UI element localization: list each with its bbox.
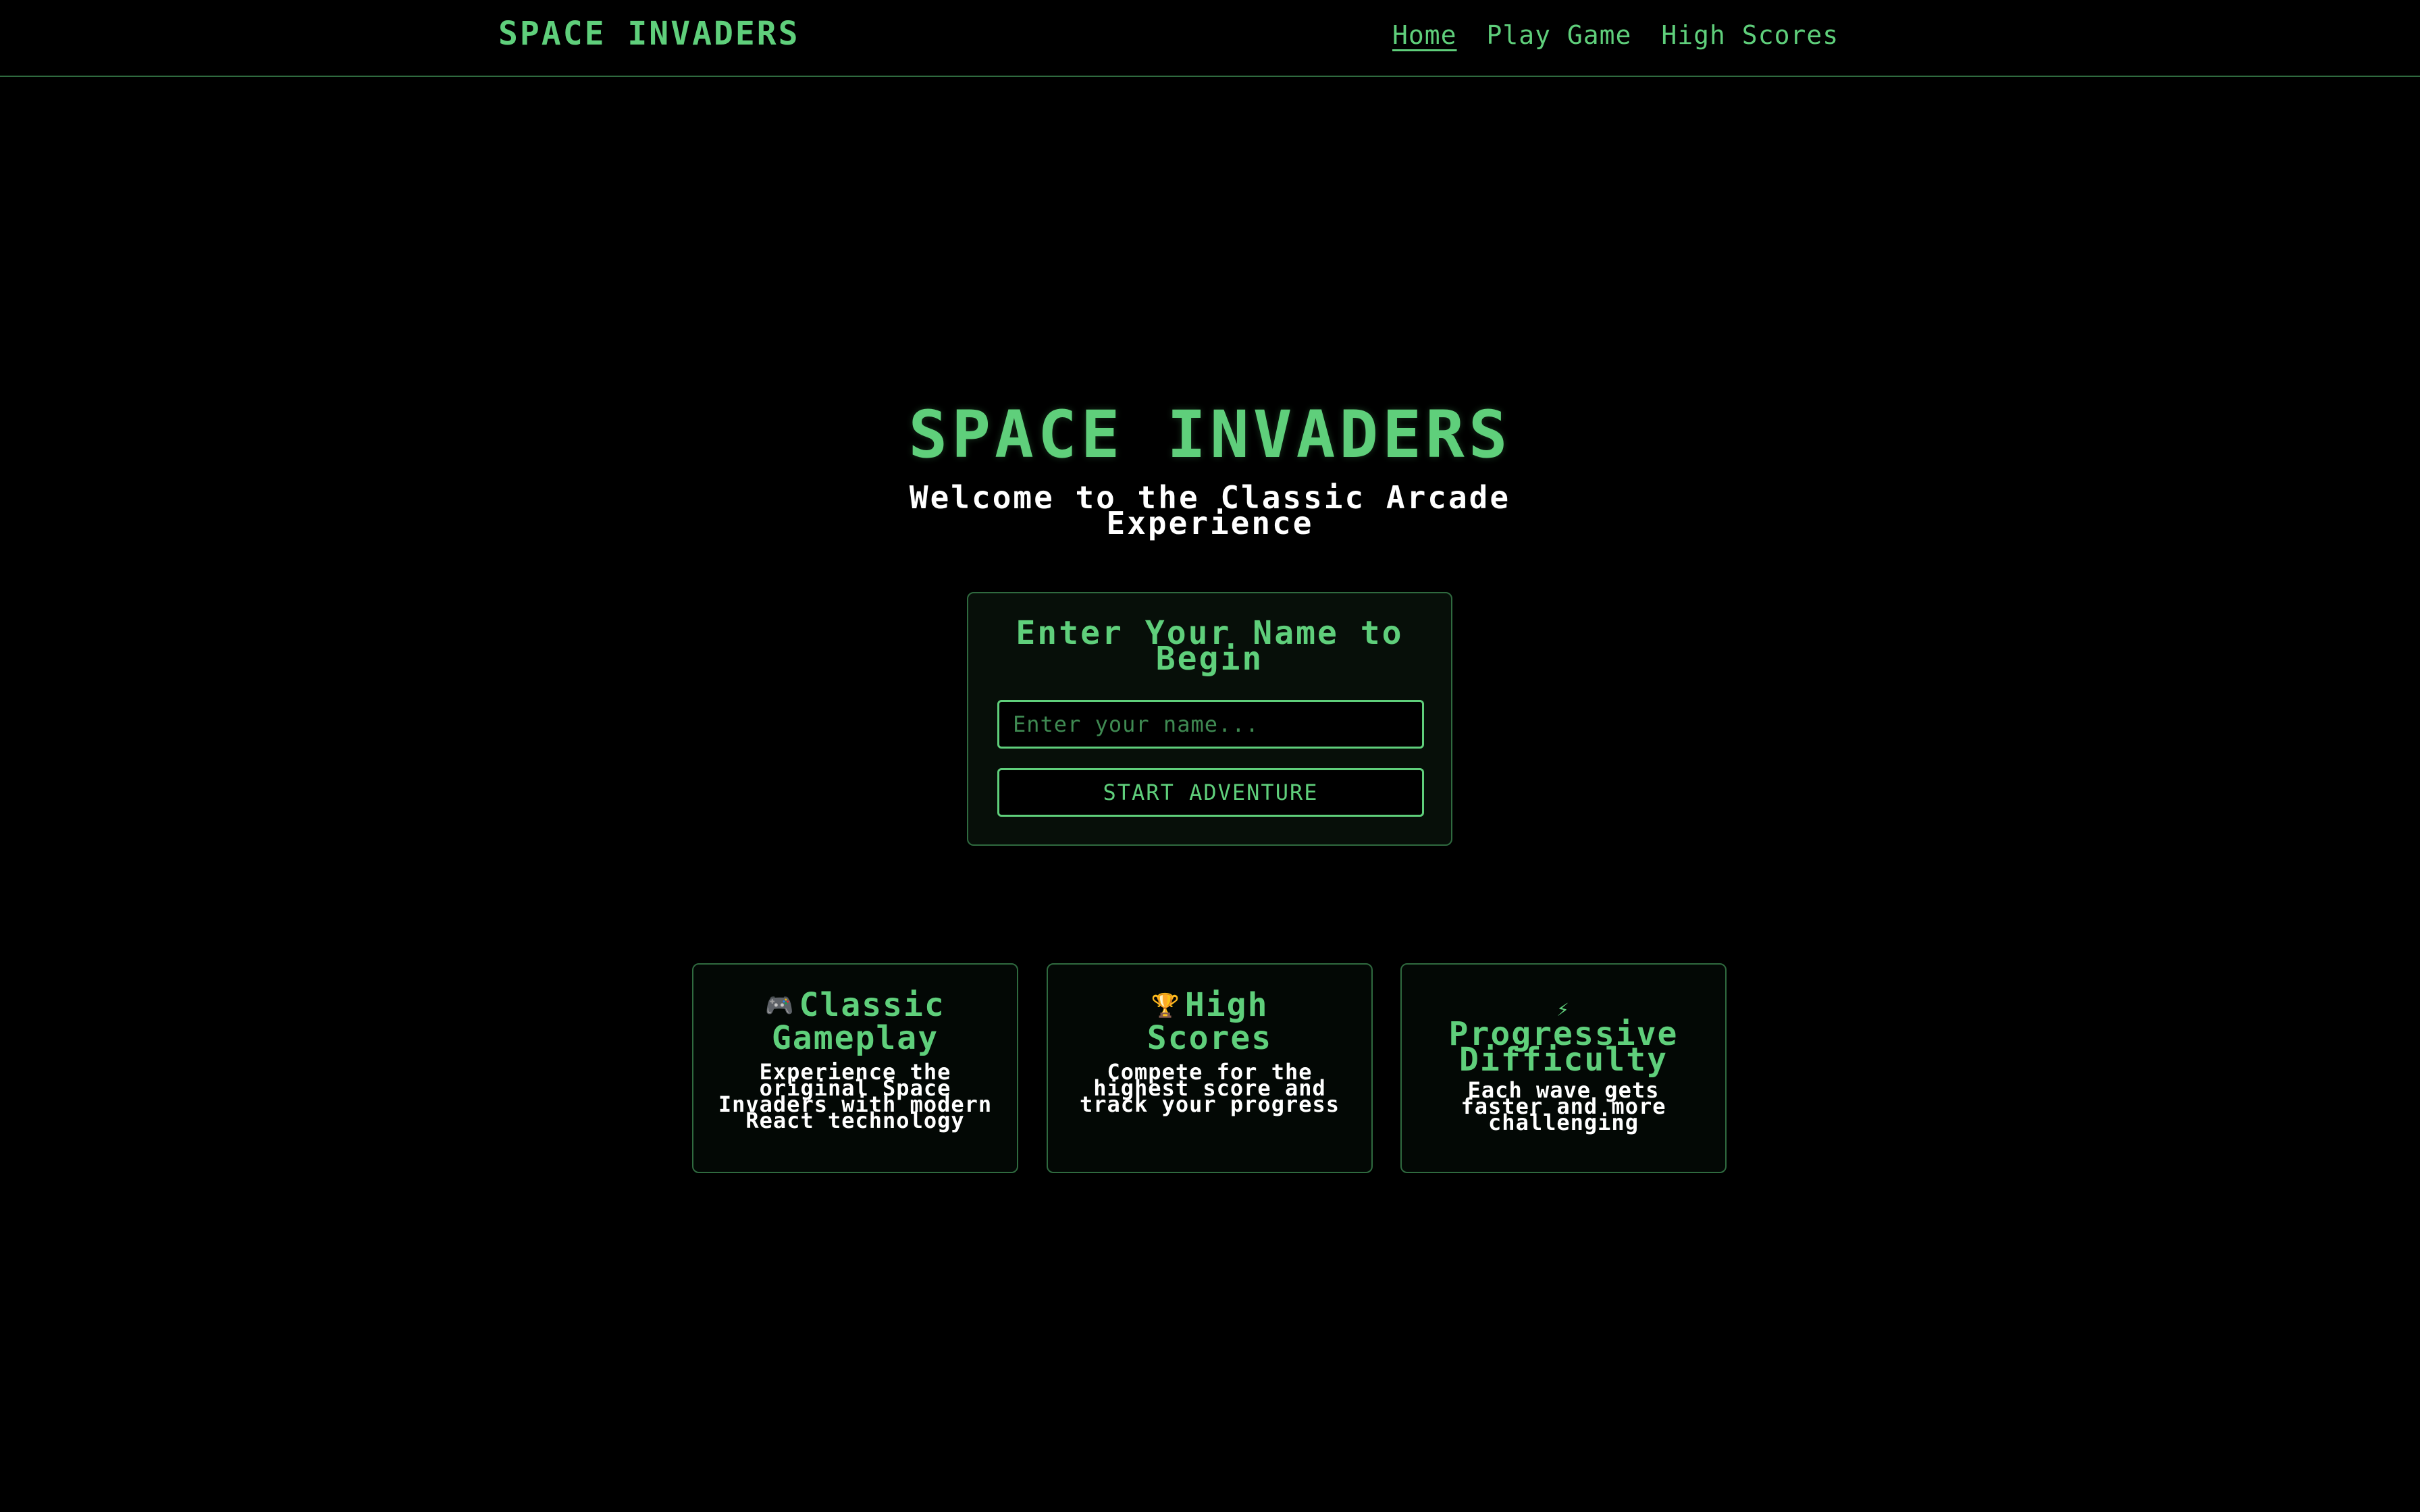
start-adventure-button[interactable]: START ADVENTURE bbox=[997, 768, 1424, 817]
feature-card-title: ⚡ Progressive Difficulty bbox=[1402, 998, 1725, 1077]
hero-subtitle: Welcome to the Classic Arcade Experience bbox=[909, 479, 1511, 541]
feature-card-title-text: Progressive Difficulty bbox=[1448, 1015, 1679, 1079]
nav-link-high-scores[interactable]: High Scores bbox=[1661, 20, 1839, 50]
nav-links: Home Play Game High Scores bbox=[1392, 20, 1839, 50]
brand-logo[interactable]: SPACE INVADERS bbox=[498, 15, 800, 53]
feature-card-description: Experience the original Space Invaders w… bbox=[718, 1059, 993, 1133]
feature-card-progressive-difficulty: ⚡ Progressive Difficulty Each wave gets … bbox=[1400, 963, 1727, 1173]
page: SPACE INVADERS Home Play Game High Score… bbox=[0, 0, 2420, 1512]
name-panel-heading: Enter Your Name to Begin bbox=[1016, 614, 1404, 678]
nav-link-play-game[interactable]: Play Game bbox=[1487, 20, 1632, 50]
name-entry-panel: Enter Your Name to Begin START ADVENTURE bbox=[967, 592, 1452, 846]
gamepad-icon: 🎮 bbox=[765, 992, 795, 1019]
feature-card-title: 🏆 High Scores bbox=[1048, 989, 1371, 1054]
feature-card-high-scores: 🏆 High Scores Compete for the highest sco… bbox=[1047, 963, 1373, 1173]
nav-link-home[interactable]: Home bbox=[1392, 20, 1457, 50]
player-name-input[interactable] bbox=[997, 700, 1424, 749]
trophy-icon: 🏆 bbox=[1151, 992, 1181, 1019]
navbar: SPACE INVADERS Home Play Game High Score… bbox=[0, 0, 2420, 77]
feature-card-title: 🎮 Classic Gameplay bbox=[693, 989, 1017, 1054]
hero-title: SPACE INVADERS bbox=[908, 397, 1512, 473]
feature-card-classic-gameplay: 🎮 Classic Gameplay Experience the origina… bbox=[692, 963, 1018, 1173]
feature-card-description: Compete for the highest score and track … bbox=[1079, 1059, 1340, 1117]
feature-card-title-text: Classic Gameplay bbox=[771, 986, 945, 1057]
feature-card-description: Each wave gets faster and more challengi… bbox=[1461, 1077, 1666, 1135]
